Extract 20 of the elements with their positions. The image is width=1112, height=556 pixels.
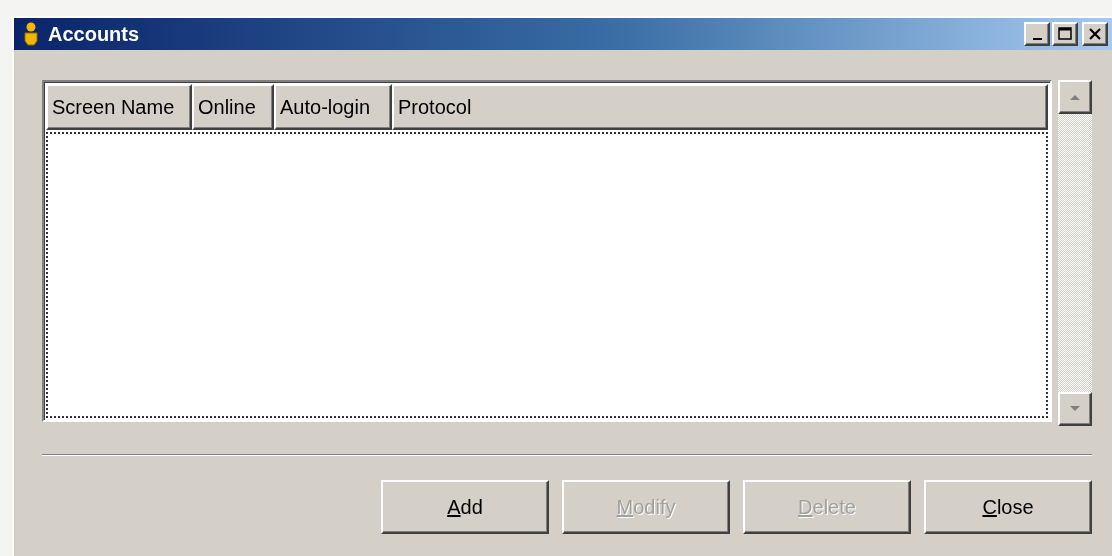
- maximize-icon: [1058, 27, 1072, 41]
- maximize-button[interactable]: [1052, 22, 1078, 46]
- person-icon: [22, 22, 40, 46]
- scroll-up-button[interactable]: [1058, 80, 1092, 114]
- column-header[interactable]: Screen Name: [46, 84, 192, 130]
- window-title: Accounts: [48, 22, 141, 46]
- account-list[interactable]: Screen Name Online Auto-login Protocol: [42, 80, 1052, 422]
- up-arrow-icon: [1069, 93, 1081, 101]
- minimize-button[interactable]: [1024, 22, 1050, 46]
- close-icon: [1088, 27, 1102, 41]
- column-header[interactable]: Online: [192, 84, 274, 130]
- column-header[interactable]: Protocol: [392, 84, 1048, 130]
- down-arrow-icon: [1069, 405, 1081, 413]
- scrollbar[interactable]: [1058, 80, 1092, 426]
- dialog-button[interactable]: Add: [381, 480, 549, 534]
- close-button[interactable]: [1082, 22, 1108, 46]
- dialog-button[interactable]: Close: [924, 480, 1092, 534]
- scroll-down-button[interactable]: [1058, 392, 1092, 426]
- column-header[interactable]: Auto-login: [274, 84, 392, 130]
- minimize-icon: [1032, 37, 1042, 40]
